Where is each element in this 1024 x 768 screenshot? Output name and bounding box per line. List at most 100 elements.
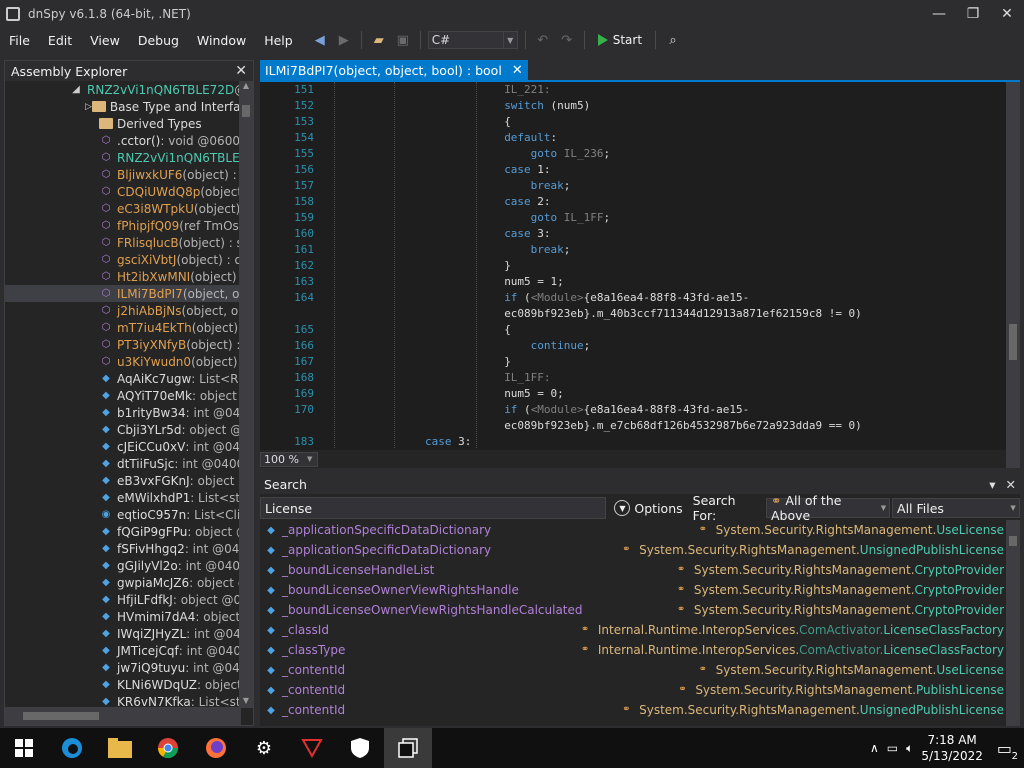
scrollbar-thumb[interactable]	[1009, 324, 1017, 360]
code-view[interactable]: 151 IL_221: 152 switch (num5) 153 {154 default…	[260, 82, 1006, 448]
hscrollbar-thumb[interactable]	[23, 712, 99, 720]
search-icon[interactable]: ⌕	[663, 30, 683, 50]
search-result-row[interactable]: ◆ _boundLicenseHandleList ⚭ System.Security…	[264, 560, 1004, 580]
tree-item[interactable]: ◆ AQYiT70eMk : object (	[5, 387, 241, 404]
tree-item[interactable]: ◆ JMTicejCqf : int @0400	[5, 642, 241, 659]
search-scope-select[interactable]: All Files ▼	[892, 498, 1021, 518]
search-result-row[interactable]: ◆ _classId ⚭ Internal.Runtime.InteropServic…	[264, 620, 1004, 640]
chrome-icon[interactable]	[144, 728, 192, 768]
search-for-select[interactable]: ⚭ All of the Above ▼	[765, 493, 891, 523]
tree-item[interactable]: ◆ fSFivHhgq2 : int @040	[5, 540, 241, 557]
tree-item[interactable]: ⬡ RNZ2vVi1nQN6TBLE72	[5, 149, 241, 166]
network-icon[interactable]: ▭	[887, 741, 898, 755]
search-result-row[interactable]: ◆ _contentId ⚭ System.Security.RightsManage…	[264, 660, 1004, 680]
assembly-tree-hscrollbar[interactable]	[5, 707, 241, 725]
menu-help[interactable]: Help	[255, 33, 302, 48]
tree-item[interactable]: ◆ eMWilxhdP1 : List<str	[5, 489, 241, 506]
file-explorer-icon[interactable]	[96, 728, 144, 768]
edge-icon[interactable]	[48, 728, 96, 768]
tree-item[interactable]: ⬡ Ht2ibXwMNI (object) :	[5, 268, 241, 285]
start-button[interactable]: Start	[592, 33, 648, 47]
tree-item[interactable]: ⬡ FRlisqlucB(object) : str	[5, 234, 241, 251]
start-menu-button[interactable]	[0, 728, 48, 768]
tree-item[interactable]: ◆ IWqiZJHyZL : int @040	[5, 625, 241, 642]
menu-debug[interactable]: Debug	[129, 33, 188, 48]
scroll-up-icon[interactable]: ▲	[239, 81, 253, 93]
options-button[interactable]: ▼ Options	[614, 500, 683, 516]
expander-icon[interactable]: ▷	[85, 102, 92, 112]
search-result-row[interactable]: ◆ _applicationSpecificDataDictionary ⚭ Syst…	[264, 540, 1004, 560]
tree-item[interactable]: ◆ AqAiKc7ugw : List<RN	[5, 370, 241, 387]
tree-item[interactable]: ◆ KLNi6WDqUZ : object	[5, 676, 241, 693]
editor-scrollbar[interactable]	[1006, 82, 1020, 468]
menu-file[interactable]: File	[0, 33, 39, 48]
tree-item[interactable]: ⬡ u3KiYwudn0 (object) :	[5, 353, 241, 370]
close-button[interactable]: ✕	[990, 0, 1024, 28]
tree-item[interactable]: Derived Types	[5, 115, 241, 132]
minimize-button[interactable]: —	[922, 0, 956, 28]
tree-item[interactable]: ◆ b1rityBw34 : int @0400	[5, 404, 241, 421]
language-select[interactable]: C# ▼	[427, 31, 518, 49]
forward-icon[interactable]: ▶	[334, 30, 354, 50]
search-input[interactable]	[260, 497, 607, 519]
chevron-down-icon[interactable]: ▾	[989, 477, 995, 492]
firefox-icon[interactable]	[192, 728, 240, 768]
volume-icon[interactable]: 🔈︎	[906, 741, 913, 756]
maximize-button[interactable]: ❐	[956, 0, 990, 28]
open-folder-icon[interactable]: ▰	[369, 30, 389, 50]
menu-edit[interactable]: Edit	[39, 33, 81, 48]
menu-window[interactable]: Window	[188, 33, 255, 48]
tree-item[interactable]: ◆ gwpiaMcJZ6 : object @	[5, 574, 241, 591]
search-result-row[interactable]: ◆ _classType ⚭ Internal.Runtime.InteropServ…	[264, 640, 1004, 660]
undo-icon[interactable]: ↶	[533, 30, 553, 50]
search-result-row[interactable]: ◆ _boundLicenseOwnerViewRightsHandleCalcu…	[264, 600, 1004, 620]
tree-item[interactable]: ◆ eB3vxFGKnJ : object @	[5, 472, 241, 489]
close-icon[interactable]: ✕	[235, 63, 247, 79]
tree-item[interactable]: ⬡ .cctor() : void @06001	[5, 132, 241, 149]
tree-item[interactable]: ⬡ BljiwxkUF6(object) : ob	[5, 166, 241, 183]
close-icon[interactable]: ✕	[512, 63, 523, 78]
tree-item[interactable]: ◆ Cbji3YLr5d : object @0	[5, 421, 241, 438]
scrollbar-thumb[interactable]	[1009, 536, 1017, 546]
tree-item[interactable]: ▷ Base Type and Interfac	[5, 98, 241, 115]
dnspy-taskbar-icon[interactable]	[384, 728, 432, 768]
tree-item[interactable]: ◆ fQGiP9gFPu : object @	[5, 523, 241, 540]
settings-gear-icon[interactable]: ⚙	[240, 728, 288, 768]
assembly-tree-scrollbar[interactable]: ▲ ▼	[239, 81, 253, 708]
tree-item[interactable]: ◆ gGJilyVl2o : int @0400	[5, 557, 241, 574]
menu-view[interactable]: View	[81, 33, 129, 48]
tree-item[interactable]: ◆ HVmimi7dA4 : object	[5, 608, 241, 625]
zoom-select[interactable]: 100 % ▼	[260, 451, 318, 467]
editor-tab-active[interactable]: ILMi7BdPI7(object, object, bool) : bool …	[260, 60, 528, 80]
tree-item[interactable]: ◆ dtTiiFuSjc : int @04000	[5, 455, 241, 472]
chevron-up-icon[interactable]: ∧	[870, 741, 879, 755]
security-shield-icon[interactable]	[336, 728, 384, 768]
tree-item[interactable]: ⬡ mT7iu4EkTh (object) :	[5, 319, 241, 336]
scrollbar-thumb[interactable]	[242, 105, 250, 117]
back-icon[interactable]: ◀	[310, 30, 330, 50]
scroll-down-icon[interactable]: ▼	[239, 696, 253, 708]
clock[interactable]: 7:18 AM 5/13/2022	[921, 732, 983, 764]
tree-item[interactable]: ◆ cJEiCCu0xV : int @040	[5, 438, 241, 455]
search-result-row[interactable]: ◆ _contentId ⚭ System.Security.RightsManage…	[264, 700, 1004, 720]
search-results-scrollbar[interactable]	[1006, 520, 1020, 726]
game-app-icon[interactable]	[288, 728, 336, 768]
search-result-row[interactable]: ◆ _boundLicenseOwnerViewRightsHandle ⚭ Syst…	[264, 580, 1004, 600]
tree-item[interactable]: ⬡ ILMi7BdPI7 (object, ob	[5, 285, 241, 302]
close-icon[interactable]: ✕	[1006, 477, 1016, 492]
tree-item[interactable]: ◢RNZ2vVi1nQN6TBLE72D @	[5, 81, 241, 98]
redo-icon[interactable]: ↷	[557, 30, 577, 50]
tree-item[interactable]: ⬡ gsciXiVbtJ(object) : ob	[5, 251, 241, 268]
tree-item[interactable]: ⬡ eC3i8WTpkU(object) :	[5, 200, 241, 217]
tree-item[interactable]: ⬡ fPhipjfQ09(ref TmOsol	[5, 217, 241, 234]
tree-item[interactable]: ⬡ CDQiUWdQ8p(object) :	[5, 183, 241, 200]
tree-item[interactable]: ⬡ PT3iyXNfyB(object) : c	[5, 336, 241, 353]
tree-item[interactable]: ⬡ j2hiAbBjNs (object, ob	[5, 302, 241, 319]
notifications-icon[interactable]: ▭ 2	[997, 739, 1018, 762]
tree-item[interactable]: ◉ eqtioC957n : List<Clie	[5, 506, 241, 523]
search-result-row[interactable]: ◆ _applicationSpecificDataDictionary ⚭ Syst…	[264, 520, 1004, 540]
save-all-icon[interactable]: ▣	[393, 30, 413, 50]
search-result-row[interactable]: ◆ _contentId ⚭ System.Security.RightsManage…	[264, 680, 1004, 700]
tree-item[interactable]: ◆ HfjiLFdfkJ : object @04	[5, 591, 241, 608]
tree-item[interactable]: ◆ KR6vN7Kfka : List<stri	[5, 693, 241, 709]
